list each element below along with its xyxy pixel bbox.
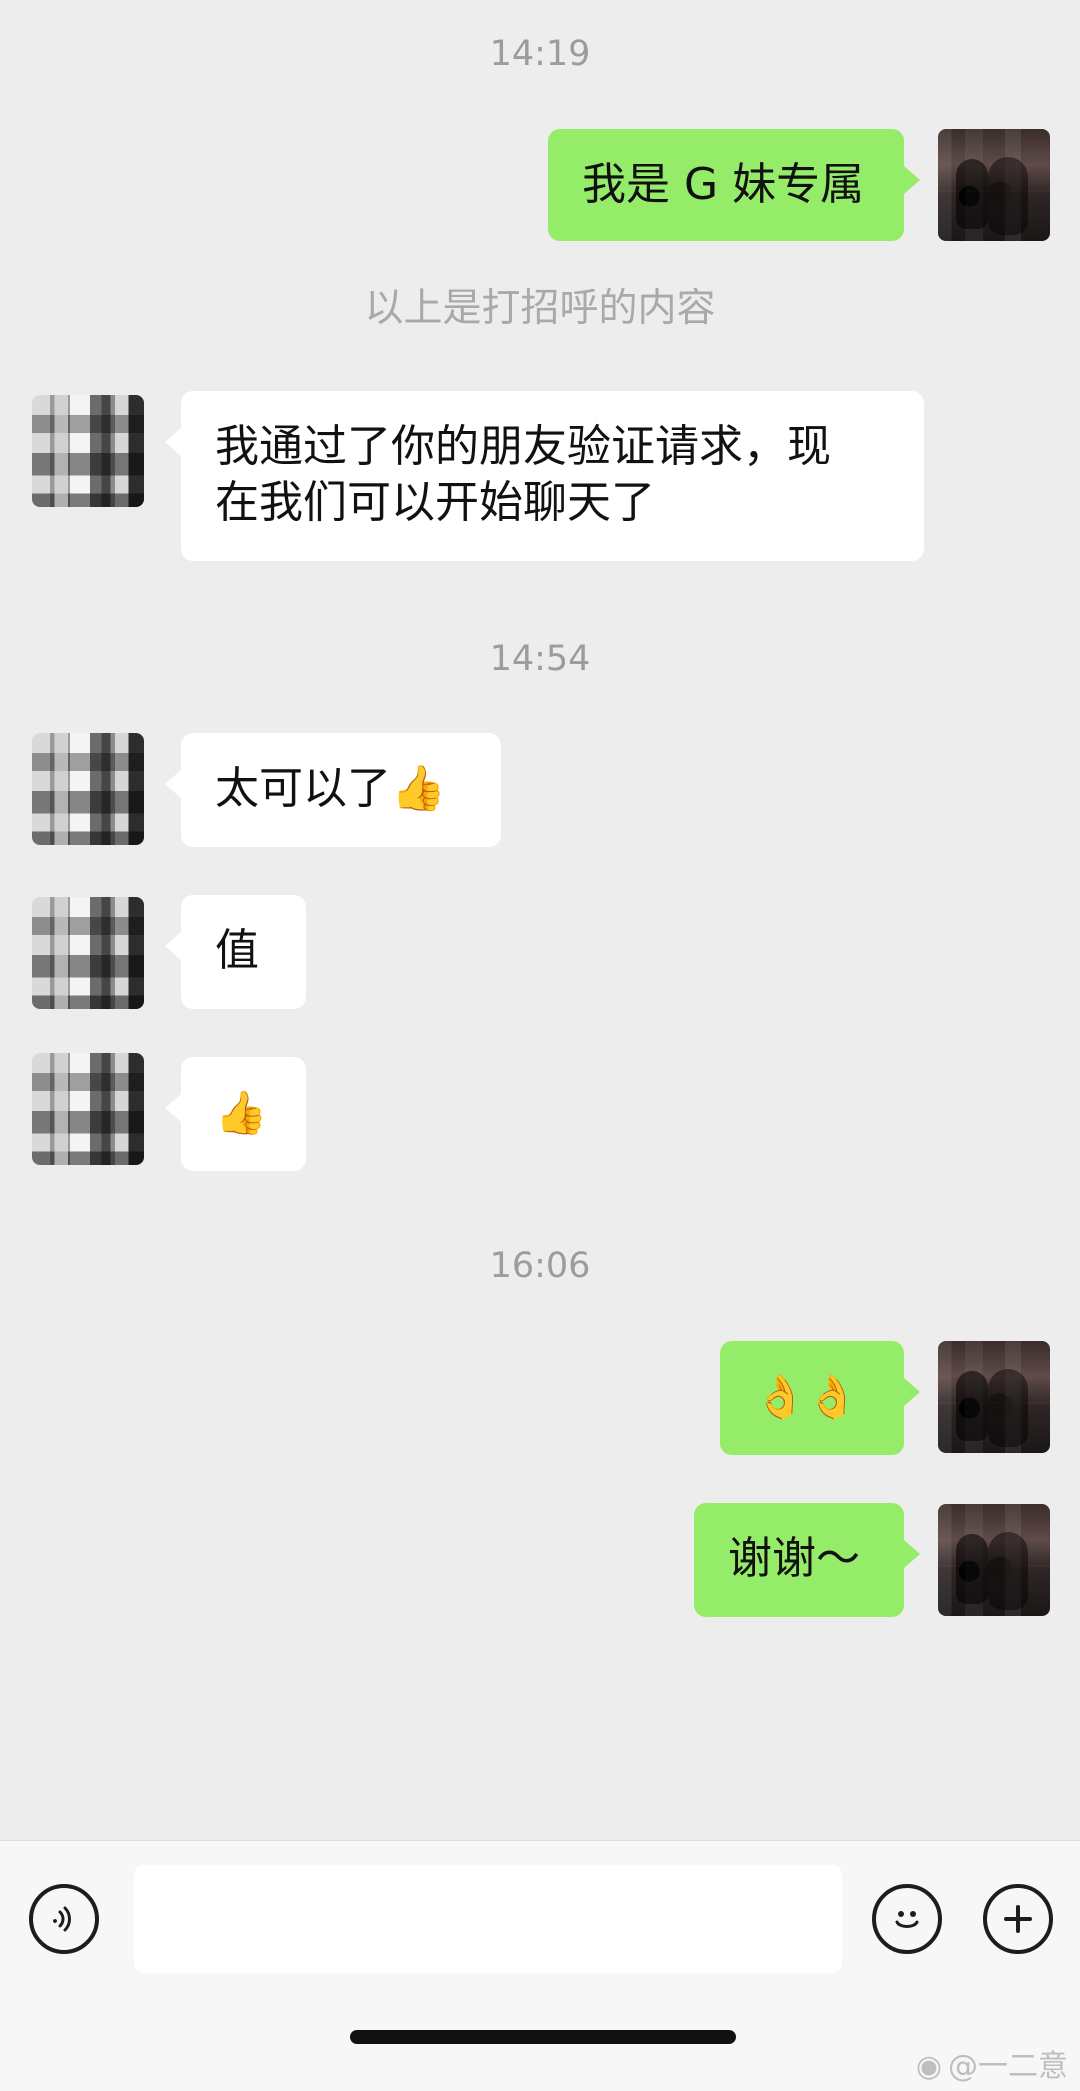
- message-bubble-received[interactable]: 值: [165, 895, 306, 1009]
- add-button[interactable]: [983, 1884, 1053, 1954]
- contact-avatar[interactable]: [32, 395, 144, 507]
- timestamp: 16:06: [489, 1246, 591, 1286]
- composer-bar: ◉ @一二意: [0, 1840, 1080, 2091]
- voice-icon: [53, 1906, 71, 1932]
- weibo-icon: ◉: [915, 2049, 942, 2084]
- message-text: 太可以了👍: [215, 763, 446, 814]
- message-text: 谢谢～: [728, 1533, 860, 1584]
- system-note: 以上是打招呼的内容: [364, 286, 716, 331]
- message-bubble-sent[interactable]: 谢谢～: [694, 1503, 920, 1617]
- watermark-text: @一二意: [948, 2049, 1068, 2084]
- plus-icon: [1004, 1905, 1032, 1933]
- message-bubble-sent[interactable]: 我是 G 妹专属: [548, 129, 920, 241]
- message-text: 我通过了你的朋友验证请求，现 在我们可以开始聊天了: [215, 421, 831, 528]
- home-indicator: [350, 2030, 736, 2044]
- message-text: 值: [215, 925, 259, 976]
- sender-avatar[interactable]: [938, 1341, 1050, 1453]
- sender-avatar[interactable]: [938, 1504, 1050, 1616]
- timestamp: 14:54: [489, 639, 591, 679]
- message-bubble-received[interactable]: 我通过了你的朋友验证请求，现 在我们可以开始聊天了: [165, 391, 924, 561]
- contact-avatar[interactable]: [32, 897, 144, 1009]
- emoji-button[interactable]: [872, 1884, 942, 1954]
- contact-avatar[interactable]: [32, 1053, 144, 1165]
- smile-icon: [895, 1911, 919, 1928]
- message-text: 👍: [215, 1088, 268, 1137]
- chat-area: 14:19 我是 G 妹专属 以上是打招呼的内容 我通过了你的朋友验证请求，现 …: [0, 0, 1080, 1840]
- timestamp: 14:19: [489, 34, 591, 74]
- message-input[interactable]: [134, 1865, 842, 1973]
- watermark: ◉ @一二意: [916, 2049, 1068, 2085]
- contact-avatar[interactable]: [32, 733, 144, 845]
- message-bubble-sent[interactable]: 👌👌: [720, 1341, 920, 1455]
- message-text: 👌👌: [754, 1372, 859, 1421]
- sender-avatar[interactable]: [938, 129, 1050, 241]
- voice-button[interactable]: [29, 1884, 99, 1954]
- message-bubble-received[interactable]: 👍: [165, 1057, 306, 1171]
- message-bubble-received[interactable]: 太可以了👍: [165, 733, 501, 847]
- message-text: 我是 G 妹专属: [582, 159, 865, 210]
